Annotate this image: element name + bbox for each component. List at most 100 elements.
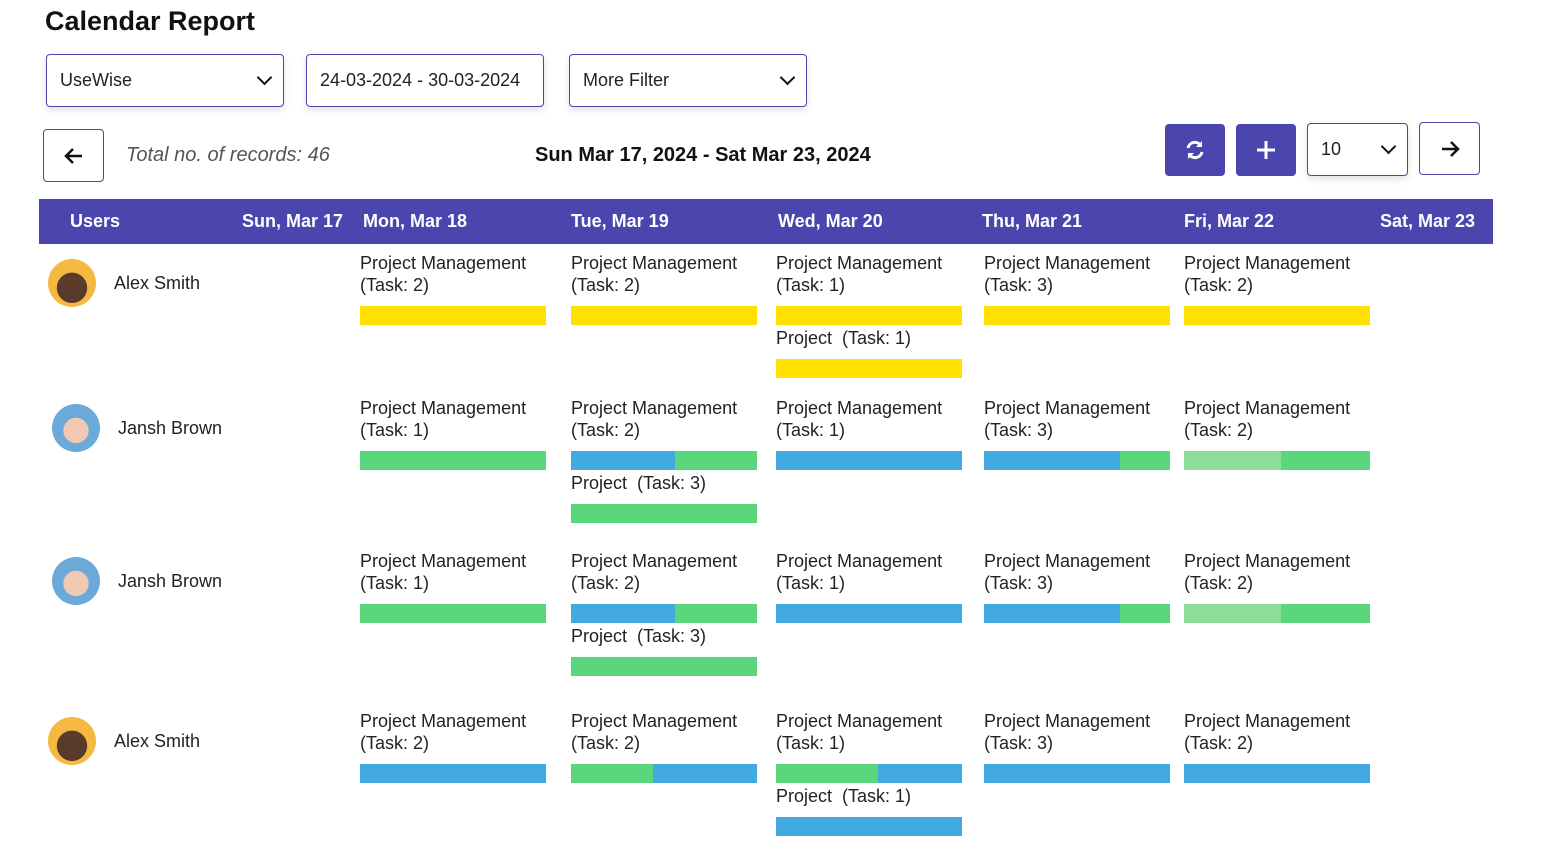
task-label[interactable]: Project Management (Task: 1) xyxy=(360,397,550,441)
task-label[interactable]: Project Management (Task: 2) xyxy=(360,710,550,754)
bar-segment xyxy=(1184,306,1370,325)
user-cell: Alex Smith xyxy=(48,717,200,765)
day-cell: Project Management (Task: 2) xyxy=(360,710,550,783)
task-bar[interactable] xyxy=(571,306,757,325)
task-bar[interactable] xyxy=(1184,764,1370,783)
task-label[interactable]: Project (Task: 1) xyxy=(776,785,966,807)
bar-segment xyxy=(984,604,1120,623)
task-label[interactable]: Project Management (Task: 3) xyxy=(984,252,1174,296)
task-bar[interactable] xyxy=(984,451,1170,470)
refresh-icon xyxy=(1186,140,1204,160)
task-bar[interactable] xyxy=(1184,604,1370,623)
task-bar[interactable] xyxy=(1184,451,1370,470)
bar-segment xyxy=(984,764,1170,783)
task-bar[interactable] xyxy=(776,817,962,836)
task-bar[interactable] xyxy=(776,359,962,378)
task-bar[interactable] xyxy=(776,604,962,623)
more-filter-select[interactable]: More Filter xyxy=(569,54,807,107)
day-cell: Project Management (Task: 2) xyxy=(571,252,761,325)
task-label[interactable]: Project (Task: 3) xyxy=(571,625,761,647)
bar-segment xyxy=(571,657,757,676)
task-bar[interactable] xyxy=(360,764,546,783)
col-tue: Tue, Mar 19 xyxy=(571,211,669,231)
next-week-button[interactable] xyxy=(1419,122,1480,175)
group-by-select[interactable]: UseWise xyxy=(46,54,284,107)
more-filter-label: More Filter xyxy=(583,70,670,90)
bar-segment xyxy=(571,306,757,325)
task-label[interactable]: Project Management (Task: 2) xyxy=(571,550,761,594)
chevron-down-icon xyxy=(1380,138,1397,155)
day-cell: Project Management (Task: 2) xyxy=(1184,397,1374,470)
user-name: Jansh Brown xyxy=(118,417,223,438)
task-bar[interactable] xyxy=(360,306,546,325)
bar-segment xyxy=(675,451,757,470)
task-bar[interactable] xyxy=(776,764,962,783)
col-users: Users xyxy=(70,211,121,231)
task-bar[interactable] xyxy=(571,504,757,523)
col-mon: Mon, Mar 18 xyxy=(363,211,468,231)
task-label[interactable]: Project Management (Task: 2) xyxy=(1184,710,1374,754)
task-bar[interactable] xyxy=(1184,306,1370,325)
task-label[interactable]: Project Management (Task: 2) xyxy=(1184,550,1374,594)
task-bar[interactable] xyxy=(776,451,962,470)
user-name: Alex Smith xyxy=(114,730,201,751)
task-label[interactable]: Project Management (Task: 2) xyxy=(571,710,761,754)
day-cell: Project Management (Task: 2) xyxy=(1184,710,1374,783)
page-title: Calendar Report xyxy=(45,6,256,36)
plus-icon xyxy=(1257,141,1275,159)
task-bar[interactable] xyxy=(571,764,757,783)
task-label[interactable]: Project Management (Task: 2) xyxy=(1184,252,1374,296)
day-cell: Project Management (Task: 3) xyxy=(984,550,1174,623)
task-label[interactable]: Project Management (Task: 2) xyxy=(571,397,761,441)
day-cell: Project Management (Task: 2) xyxy=(1184,550,1374,623)
bar-segment xyxy=(776,359,962,378)
date-range-input[interactable]: 24-03-2024 - 30-03-2024 xyxy=(306,54,544,107)
task-label[interactable]: Project Management (Task: 2) xyxy=(571,252,761,296)
add-button[interactable] xyxy=(1236,124,1296,176)
task-bar[interactable] xyxy=(571,604,757,623)
task-bar[interactable] xyxy=(984,604,1170,623)
avatar xyxy=(48,717,96,765)
col-sat: Sat, Mar 23 xyxy=(1380,211,1476,231)
bar-segment xyxy=(1184,604,1281,623)
col-sun: Sun, Mar 17 xyxy=(242,211,344,231)
task-bar[interactable] xyxy=(571,657,757,676)
task-label[interactable]: Project Management (Task: 1) xyxy=(776,252,966,296)
task-label[interactable]: Project (Task: 1) xyxy=(776,327,966,349)
task-bar[interactable] xyxy=(984,306,1170,325)
refresh-button[interactable] xyxy=(1165,124,1225,176)
avatar xyxy=(52,557,100,605)
day-cell: Project Management (Task: 2) Project (Tas… xyxy=(571,550,761,676)
day-cell: Project Management (Task: 1) xyxy=(776,550,966,623)
calendar-header: Users Sun, Mar 17 Mon, Mar 18 Tue, Mar 1… xyxy=(39,199,1493,244)
bar-segment xyxy=(776,451,962,470)
day-cell: Project Management (Task: 1) Project (Tas… xyxy=(776,710,966,836)
day-cell: Project Management (Task: 1) xyxy=(360,550,550,623)
task-label[interactable]: Project Management (Task: 2) xyxy=(360,252,550,296)
bar-segment xyxy=(1184,451,1281,470)
task-label[interactable]: Project Management (Task: 1) xyxy=(776,550,966,594)
bar-segment xyxy=(1280,451,1370,470)
page-size-select[interactable]: 10 xyxy=(1307,123,1408,176)
task-label[interactable]: Project Management (Task: 1) xyxy=(360,550,550,594)
task-label[interactable]: Project Management (Task: 1) xyxy=(776,710,966,754)
day-cell: Project Management (Task: 3) xyxy=(984,397,1174,470)
task-bar[interactable] xyxy=(360,451,546,470)
task-label[interactable]: Project Management (Task: 3) xyxy=(984,550,1174,594)
task-label[interactable]: Project Management (Task: 3) xyxy=(984,397,1174,441)
task-bar[interactable] xyxy=(776,306,962,325)
task-label[interactable]: Project Management (Task: 1) xyxy=(776,397,966,441)
day-cell: Project Management (Task: 3) xyxy=(984,710,1174,783)
task-label[interactable]: Project Management (Task: 2) xyxy=(1184,397,1374,441)
bar-segment xyxy=(776,764,879,783)
task-bar[interactable] xyxy=(984,764,1170,783)
task-label[interactable]: Project Management (Task: 3) xyxy=(984,710,1174,754)
task-bar[interactable] xyxy=(571,451,757,470)
day-cell: Project Management (Task: 1) xyxy=(776,397,966,470)
prev-week-button[interactable] xyxy=(43,129,104,182)
bar-segment xyxy=(984,451,1120,470)
task-bar[interactable] xyxy=(360,604,546,623)
user-cell: Jansh Brown xyxy=(52,404,222,452)
day-cell: Project Management (Task: 1) xyxy=(360,397,550,470)
task-label[interactable]: Project (Task: 3) xyxy=(571,472,761,494)
